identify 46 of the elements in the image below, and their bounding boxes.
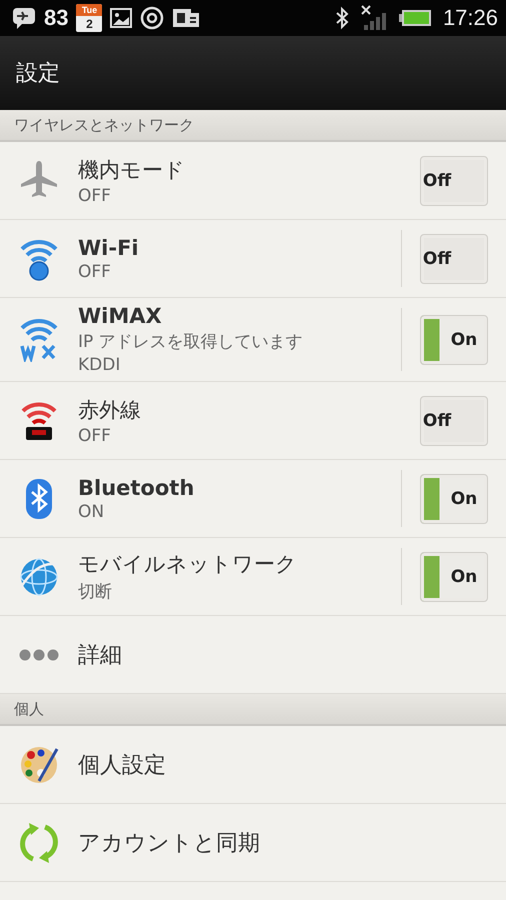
setting-summary: 切断 [78, 581, 113, 603]
setting-title: 詳細 [78, 642, 123, 670]
setting-title: 機内モード [78, 156, 186, 184]
calendar-icon: Tue 2 [76, 4, 102, 32]
toggle-switch[interactable]: Off [420, 396, 488, 446]
settings-row[interactable]: Bluetooth ON On [0, 460, 506, 538]
setting-title: 個人設定 [78, 752, 167, 780]
more-dots-icon [19, 648, 59, 660]
setting-title: Bluetooth [78, 476, 196, 500]
wimax-icon [19, 318, 59, 362]
setting-title: WiMAX [78, 304, 163, 328]
clock-time: 17:26 [442, 5, 498, 31]
setting-summary: OFF [78, 186, 112, 206]
toggle-switch[interactable]: Off [420, 156, 488, 206]
bluetooth-icon [334, 6, 349, 30]
setting-summary: KDDI [78, 355, 122, 375]
setting-summary: OFF [78, 262, 112, 282]
toggle-switch[interactable]: Off [420, 234, 488, 284]
battery-icon [398, 10, 431, 26]
setting-title: モバイルネットワーク [78, 551, 298, 578]
settings-row[interactable]: Wi-Fi OFF Off [0, 220, 506, 298]
settings-row[interactable]: モバイルネットワーク 切断 On [0, 538, 506, 616]
setting-title: アカウントと同期 [78, 830, 261, 858]
sync-arrows-icon [19, 820, 59, 864]
no-signal-icon [360, 5, 387, 31]
settings-row[interactable]: 個人設定 [0, 726, 506, 804]
setting-title: Wi-Fi [78, 236, 140, 260]
message-icon [12, 7, 36, 29]
toggle-switch[interactable]: On [420, 552, 488, 602]
settings-row[interactable]: WiMAX IP アドレスを取得しています KDDI On [0, 298, 506, 382]
toggle-switch[interactable]: On [420, 474, 488, 524]
toggle-switch[interactable]: On [420, 314, 488, 364]
notification-count: 83 [44, 5, 68, 31]
section-title: ワイヤレスとネットワーク [14, 116, 194, 134]
settings-row[interactable]: 機内モード OFF Off [0, 142, 506, 220]
screen-title: 設定 [16, 60, 60, 88]
section-title: 個人 [14, 700, 44, 718]
setting-summary: IP アドレスを取得しています [78, 331, 304, 353]
at-sign-icon [140, 6, 164, 30]
settings-row[interactable]: 赤外線 OFF Off [0, 382, 506, 460]
mail-icon [172, 7, 200, 29]
setting-summary: ON [78, 502, 106, 522]
settings-row[interactable]: アカウントと同期 [0, 804, 506, 882]
setting-title: 赤外線 [78, 396, 142, 424]
image-icon [110, 8, 132, 28]
setting-summary: OFF [78, 426, 112, 446]
